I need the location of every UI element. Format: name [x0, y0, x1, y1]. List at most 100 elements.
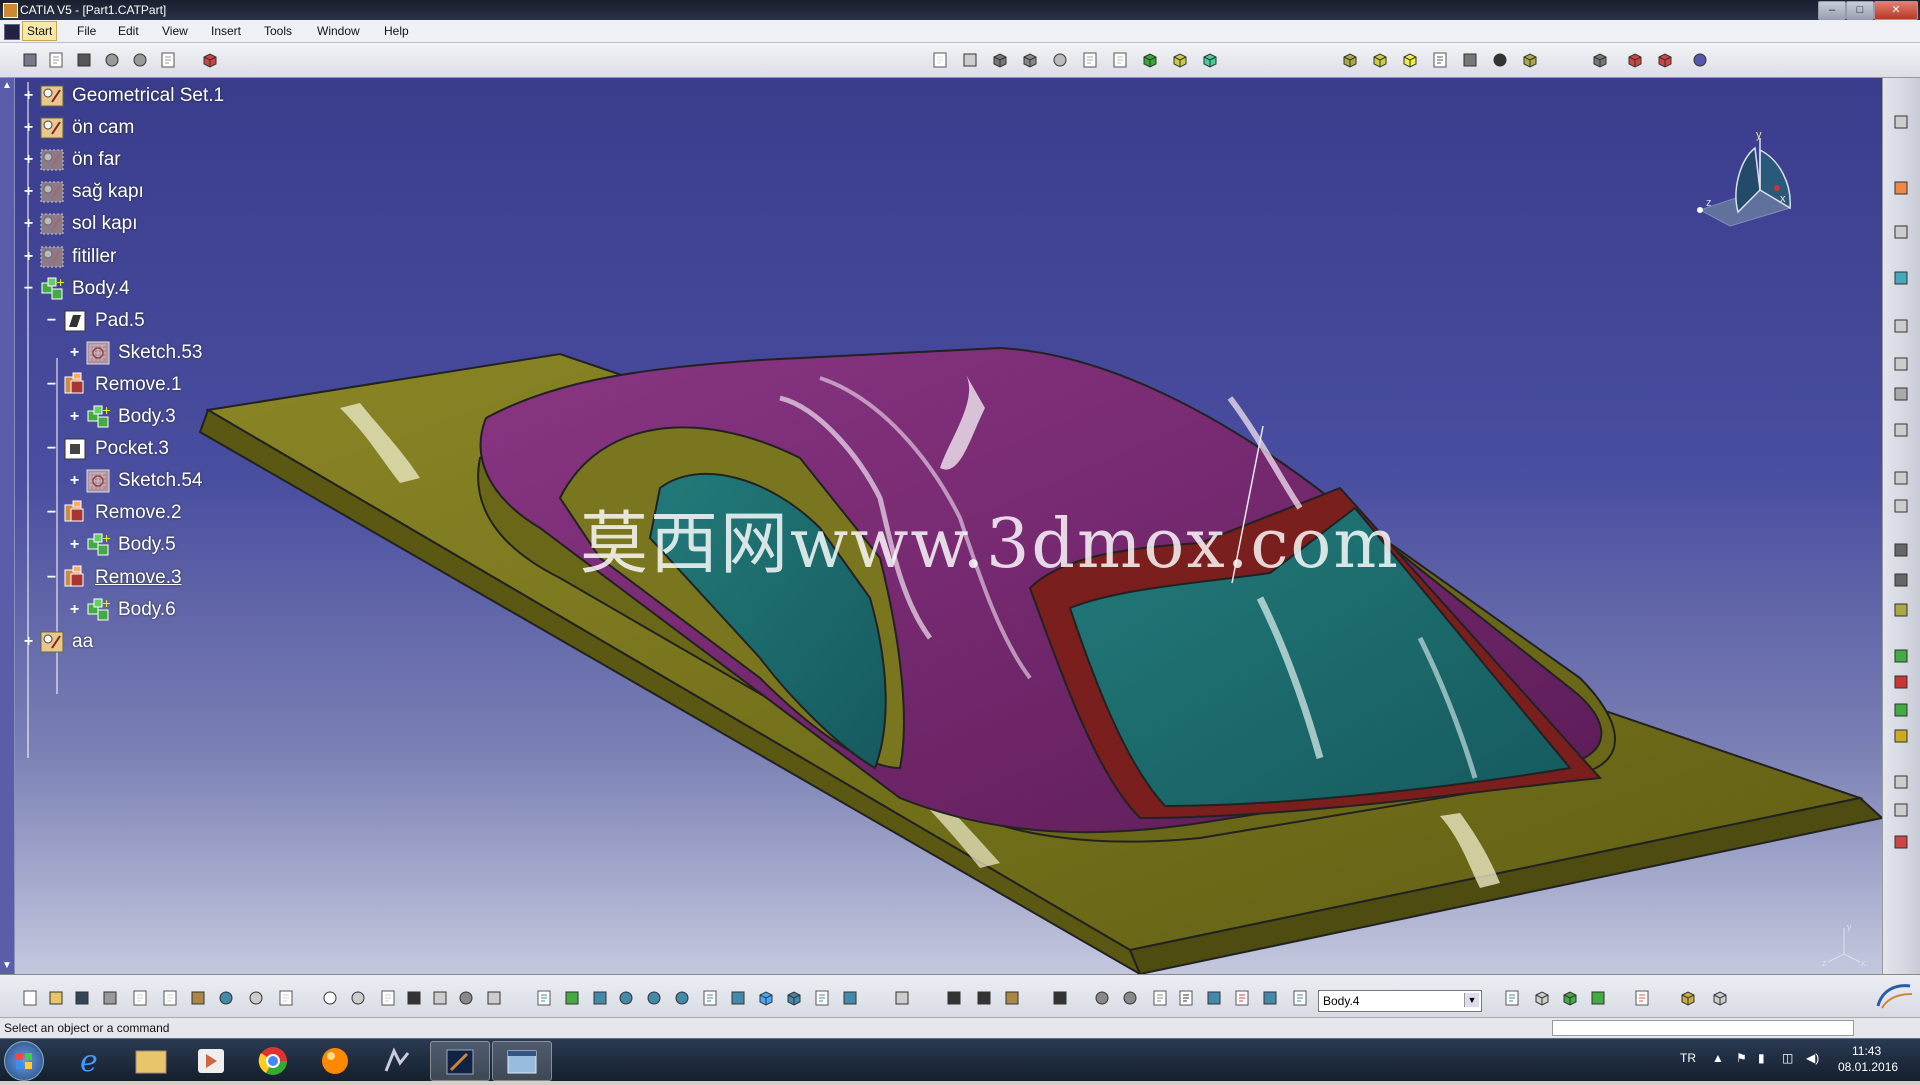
tray-time[interactable]: 11:43	[1852, 1044, 1881, 1058]
compass-tool-icon[interactable]	[1120, 988, 1140, 1008]
line2-right-icon[interactable]	[1891, 570, 1911, 590]
rotate-icon[interactable]	[616, 988, 636, 1008]
tree-expander[interactable]: +	[22, 248, 35, 264]
document-icon[interactable]	[4, 24, 20, 40]
view-right-icon[interactable]	[1891, 496, 1911, 516]
eraser-right-icon[interactable]	[1891, 268, 1911, 288]
minimize-button[interactable]: –	[1818, 1, 1846, 20]
taskbar-ie-icon[interactable]: e	[62, 1041, 120, 1079]
shaft-tool-icon[interactable]	[990, 50, 1010, 70]
menu-edit[interactable]: Edit	[118, 24, 139, 38]
rotate-3d-icon[interactable]	[1092, 988, 1112, 1008]
tree-expander[interactable]: −	[22, 280, 35, 296]
scan-icon[interactable]	[1502, 988, 1522, 1008]
shading-icon[interactable]	[784, 988, 804, 1008]
part-design-icon[interactable]	[1532, 988, 1552, 1008]
tree-node[interactable]: Remove.2	[61, 499, 182, 527]
analysis-tool-icon[interactable]	[158, 50, 178, 70]
snap-tool-icon[interactable]	[102, 50, 122, 70]
fit-all-icon[interactable]	[562, 988, 582, 1008]
measure-item-icon[interactable]	[1204, 988, 1224, 1008]
measure-right-icon[interactable]	[1891, 316, 1911, 336]
tray-power-icon[interactable]: ▮	[1758, 1051, 1765, 1065]
tree-node[interactable]: Remove.3	[61, 564, 182, 592]
green-tool-2-icon[interactable]	[1891, 700, 1911, 720]
connect-tool-icon[interactable]	[1690, 50, 1710, 70]
tree-node[interactable]: ön cam	[38, 114, 134, 142]
tree-node[interactable]: Geometrical Set.1	[38, 82, 224, 110]
pattern-tool-icon[interactable]	[1460, 50, 1480, 70]
sketcher-select-icon[interactable]	[1290, 988, 1310, 1008]
tree-expander[interactable]: +	[68, 344, 81, 360]
save-icon[interactable]	[72, 988, 92, 1008]
swap-space-icon[interactable]	[840, 988, 860, 1008]
tree-expander[interactable]: −	[45, 569, 58, 585]
hide-show-icon[interactable]	[812, 988, 832, 1008]
tray-volume-icon[interactable]: ◀)	[1806, 1051, 1819, 1065]
chevron-down-icon[interactable]: ▼	[1464, 993, 1479, 1007]
tree-expander[interactable]: +	[68, 537, 81, 553]
pocket-tool-icon[interactable]	[960, 50, 980, 70]
table-icon[interactable]	[404, 988, 424, 1008]
hole-tool-icon[interactable]	[1050, 50, 1070, 70]
tray-network-icon[interactable]: ◫	[1782, 1051, 1793, 1065]
sketcher-right-icon[interactable]	[1891, 112, 1911, 132]
extrude-tool-icon[interactable]	[1340, 50, 1360, 70]
tree-expander[interactable]: +	[22, 120, 35, 136]
point-right-icon[interactable]	[1891, 540, 1911, 560]
loft-tool-icon[interactable]	[1170, 50, 1190, 70]
boolean-tool-icon[interactable]	[1590, 50, 1610, 70]
circle-right-icon[interactable]	[1891, 420, 1911, 440]
tree-node[interactable]: Remove.1	[61, 371, 182, 399]
tree-node[interactable]: sağ kapı	[38, 178, 144, 206]
point-tool-icon[interactable]	[1490, 50, 1510, 70]
zoom-in-icon[interactable]	[644, 988, 664, 1008]
tree-expander[interactable]: +	[22, 216, 35, 232]
normal-view-icon[interactable]	[700, 988, 720, 1008]
menu-window[interactable]: Window	[317, 24, 360, 38]
green-tool-1-icon[interactable]	[1891, 646, 1911, 666]
cylinder-tool-icon[interactable]	[1430, 50, 1450, 70]
scroll-down-arrow[interactable]: ▼	[2, 960, 12, 971]
constraint-tool-icon[interactable]	[130, 50, 150, 70]
layers-icon[interactable]	[1588, 988, 1608, 1008]
compass-widget[interactable]: y x z	[1680, 130, 1810, 230]
tree-expander[interactable]: +	[22, 633, 35, 649]
plane-tool-icon[interactable]	[1520, 50, 1540, 70]
tree-node[interactable]: + Body.6	[84, 596, 176, 624]
menu-start[interactable]: Start	[22, 21, 58, 41]
pan-icon[interactable]	[590, 988, 610, 1008]
rib-tool-icon[interactable]	[1080, 50, 1100, 70]
menu-view[interactable]: View	[162, 24, 188, 38]
cut-icon[interactable]	[130, 988, 150, 1008]
select-tool-icon[interactable]	[20, 50, 40, 70]
tree-expander[interactable]: +	[22, 184, 35, 200]
generative-icon[interactable]	[1560, 988, 1580, 1008]
mirror-icon[interactable]	[974, 988, 994, 1008]
revolve-tool-icon[interactable]	[1370, 50, 1390, 70]
tree-node[interactable]: Sketch.54	[84, 467, 203, 495]
pad-tool-icon[interactable]	[930, 50, 950, 70]
tree-expander[interactable]: −	[45, 441, 58, 457]
fix-right-icon[interactable]	[1891, 832, 1911, 852]
zoom-out-icon[interactable]	[672, 988, 692, 1008]
taskbar-app-orange-icon[interactable]	[306, 1041, 364, 1079]
tree-node[interactable]: Pocket.3	[61, 435, 169, 463]
slot-tool-icon[interactable]	[1110, 50, 1130, 70]
tree-expander[interactable]: +	[22, 88, 35, 104]
comment-icon[interactable]	[348, 988, 368, 1008]
body-select-dropdown[interactable]: Body.4 ▼	[1318, 990, 1482, 1012]
measure-between-icon[interactable]	[1176, 988, 1196, 1008]
measure-tool-icon[interactable]	[200, 50, 220, 70]
formula-icon[interactable]	[320, 988, 340, 1008]
capture-icon[interactable]	[1050, 988, 1070, 1008]
menu-tools[interactable]: Tools	[264, 24, 292, 38]
tree-expander[interactable]: +	[68, 601, 81, 617]
taskbar-catia-icon[interactable]	[430, 1041, 490, 1081]
tree-icon[interactable]	[430, 988, 450, 1008]
redo-icon[interactable]	[246, 988, 266, 1008]
menu-help[interactable]: Help	[384, 24, 409, 38]
sensor-icon[interactable]	[456, 988, 476, 1008]
new-icon[interactable]	[20, 988, 40, 1008]
taskbar-window-icon[interactable]	[492, 1041, 552, 1081]
